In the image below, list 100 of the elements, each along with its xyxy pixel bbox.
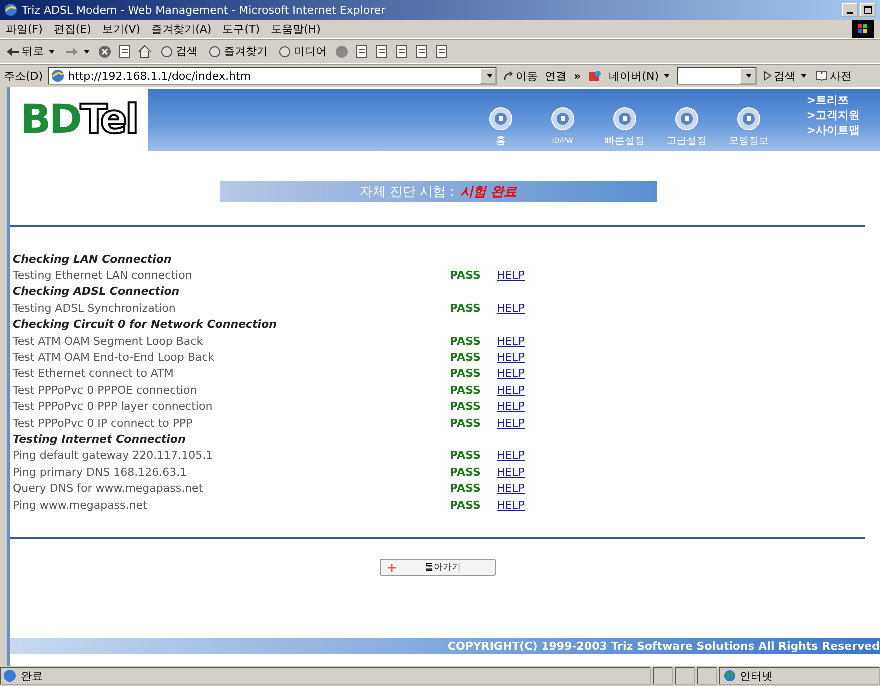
dictionary-button[interactable]: 사전 [814, 68, 854, 84]
address-label: 주소(D) [4, 68, 44, 84]
menu-item[interactable]: 즐겨찾기(A) [152, 22, 212, 36]
logo: BDTel [10, 89, 148, 151]
caret-icon [486, 74, 493, 78]
document-icon[interactable] [355, 44, 369, 58]
test-result: PASS [450, 466, 482, 479]
forward-button[interactable] [63, 46, 92, 56]
status-pane [653, 667, 673, 685]
help-link[interactable]: HELP [497, 482, 525, 496]
document-icon[interactable] [435, 44, 449, 58]
right-arrow-icon [65, 46, 79, 56]
browser-icon [4, 3, 18, 17]
media-button[interactable]: 미디어 [276, 44, 329, 59]
search-button[interactable]: 검색 [158, 44, 200, 59]
test-label: Query DNS for www.megapass.net [13, 482, 204, 496]
book-icon [816, 71, 828, 81]
search-button[interactable]: 검색 [762, 68, 809, 84]
menu-item[interactable]: 도구(T) [222, 22, 260, 36]
favorites-button[interactable]: 즐겨찾기 [206, 44, 270, 59]
menu-item[interactable]: 보기(V) [102, 22, 141, 36]
more-button[interactable]: » [572, 70, 584, 82]
naver-toolbar-menu[interactable]: 네이버(N) [607, 68, 672, 84]
address-field[interactable]: http://192.168.1.1/doc/index.htm [48, 67, 498, 85]
copyright-text: COPYRIGHT(C) 1999-2003 Triz Software Solutions All Rights Reserved [448, 640, 880, 652]
test-label: Testing Ethernet LAN connection [13, 269, 194, 282]
minimize-button[interactable] [842, 3, 858, 17]
plus-icon [387, 562, 397, 573]
help-link[interactable]: HELP [497, 334, 525, 348]
menu-item[interactable]: 도움말(H) [271, 22, 321, 36]
test-label: Test ATM OAM Segment Loop Back [13, 334, 204, 348]
test-result: PASS [450, 482, 482, 496]
test-result: PASS [450, 367, 482, 380]
help-link[interactable]: HELP [497, 384, 525, 397]
section-heading: Checking LAN Connection [13, 252, 173, 268]
menu-item[interactable]: 파일(F) [6, 22, 43, 36]
go-button[interactable]: 이동 [502, 68, 540, 84]
window-title: Triz ADSL Modem - Web Management - Microsoft Internet Explorer [22, 4, 387, 16]
test-label: Test PPPoPvc 0 PPP layer connection [13, 400, 214, 414]
test-label: Testing ADSL Synchronization [13, 302, 177, 315]
test-result: PASS [450, 351, 482, 364]
test-label: Test PPPoPvc 0 PPPOE connection [13, 384, 198, 397]
circle-icon [160, 44, 174, 58]
menu-item[interactable]: 편집(E) [54, 22, 92, 36]
naver-search-field[interactable] [676, 67, 757, 85]
test-label: Test Ethernet connect to ATM [13, 367, 175, 380]
test-result: PASS [450, 334, 482, 348]
help-link[interactable]: HELP [497, 302, 525, 315]
dropdown-button[interactable] [480, 68, 496, 84]
document-icon[interactable] [415, 44, 429, 58]
test-label: Ping default gateway 220.117.105.1 [13, 449, 214, 462]
test-result: PASS [450, 449, 482, 462]
header-link[interactable]: >트리쯔 [806, 93, 860, 108]
help-link[interactable]: HELP [497, 367, 525, 380]
status-pane [675, 667, 695, 685]
section-heading: Testing Internet Connection [13, 432, 187, 448]
status-pane [697, 667, 717, 685]
browser-icon [51, 69, 66, 83]
caret-icon [664, 74, 670, 78]
document-icon[interactable] [395, 44, 409, 58]
stop-icon[interactable] [98, 44, 112, 58]
help-link[interactable]: HELP [497, 351, 525, 364]
help-link[interactable]: HELP [497, 498, 525, 512]
nav-button-icon [488, 107, 513, 131]
help-link[interactable]: HELP [497, 400, 525, 414]
heading-title: 자체 진단 시험 : [360, 184, 455, 200]
test-label: Test ATM OAM End-to-End Loop Back [13, 351, 216, 364]
test-result: PASS [450, 384, 482, 397]
status-text: 시험 완료 [460, 184, 518, 200]
test-result: PASS [450, 498, 482, 512]
maximize-button[interactable] [860, 3, 876, 17]
printer-icon[interactable] [375, 44, 389, 58]
left-arrow-icon [6, 46, 20, 56]
help-link[interactable]: HELP [497, 466, 525, 479]
home-icon[interactable] [138, 44, 152, 58]
help-link[interactable]: HELP [497, 269, 525, 282]
nav-button-icon [550, 107, 575, 131]
maximize-icon [864, 6, 872, 14]
nav-button-icon [736, 107, 761, 131]
circle-icon [278, 44, 292, 58]
back-button[interactable]: 돌아가기 [380, 559, 496, 576]
help-link[interactable]: HELP [497, 449, 525, 462]
play-icon [764, 71, 772, 81]
status-text: 완료 [21, 668, 43, 684]
dropdown-button[interactable] [740, 68, 756, 84]
nav-button-icon [674, 107, 699, 131]
windows-logo-icon [852, 20, 874, 38]
section-heading: Checking ADSL Connection [13, 284, 181, 300]
caret-icon [800, 74, 807, 78]
zone-text: 인터넷 [740, 668, 773, 684]
nav-button-icon [612, 107, 637, 131]
toolbar-icon[interactable] [588, 69, 602, 83]
go-arrow-icon [504, 71, 514, 81]
test-label: Ping primary DNS 168.126.63.1 [13, 466, 188, 479]
test-label: Test PPPoPvc 0 IP connect to PPP [13, 416, 194, 430]
back-button[interactable]: 뒤로 [4, 44, 57, 59]
test-result: PASS [450, 416, 482, 430]
circle-icon [208, 44, 222, 58]
caret-icon [84, 50, 90, 54]
help-link[interactable]: HELP [497, 416, 525, 430]
